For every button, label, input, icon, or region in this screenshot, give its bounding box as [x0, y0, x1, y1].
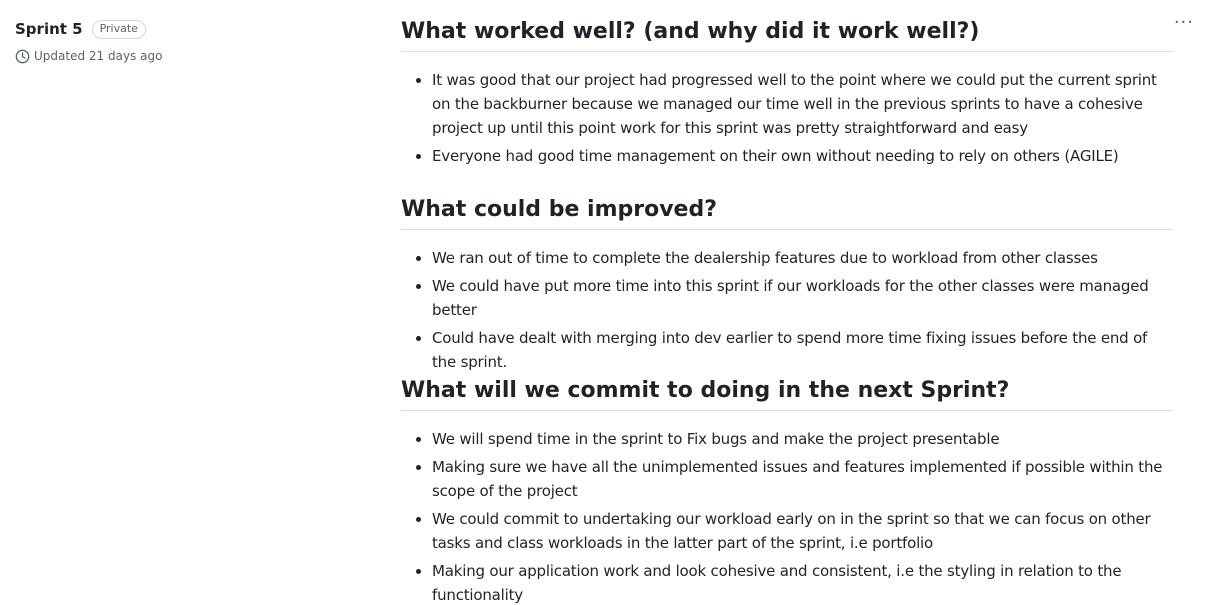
section-could-improve: What could be improved? We ran out of ti… — [401, 196, 1173, 378]
list-item: Making our application work and look coh… — [432, 559, 1173, 605]
list-item: We could have put more time into this sp… — [432, 274, 1173, 322]
list-item: We could commit to undertaking our workl… — [432, 507, 1173, 555]
section-next-sprint: What will we commit to doing in the next… — [401, 377, 1173, 605]
clock-icon — [15, 49, 30, 64]
list-item: Making sure we have all the unimplemente… — [432, 455, 1173, 503]
title-row: Sprint 5 Private — [15, 17, 375, 41]
sidebar: Sprint 5 Private Updated 21 days ago — [15, 17, 375, 65]
more-options-icon[interactable]: ··· — [1174, 14, 1194, 32]
page: Sprint 5 Private Updated 21 days ago ···… — [0, 0, 1215, 605]
section-heading: What could be improved? — [401, 196, 1173, 230]
updated-row: Updated 21 days ago — [15, 47, 375, 65]
visibility-badge: Private — [91, 19, 146, 39]
list-item: We will spend time in the sprint to Fix … — [432, 427, 1173, 451]
section-worked-well: What worked well? (and why did it work w… — [401, 18, 1173, 172]
list-item: It was good that our project had progres… — [432, 68, 1173, 140]
list-item: Everyone had good time management on the… — [432, 144, 1173, 168]
bullet-list: We will spend time in the sprint to Fix … — [401, 427, 1173, 605]
list-item: Could have dealt with merging into dev e… — [432, 326, 1173, 374]
updated-timestamp: Updated 21 days ago — [34, 49, 163, 63]
bullet-list: We ran out of time to complete the deale… — [401, 246, 1173, 374]
list-item: We ran out of time to complete the deale… — [432, 246, 1173, 270]
section-heading: What will we commit to doing in the next… — [401, 377, 1173, 411]
project-title[interactable]: Sprint 5 — [15, 20, 83, 38]
bullet-list: It was good that our project had progres… — [401, 68, 1173, 168]
section-heading: What worked well? (and why did it work w… — [401, 18, 1173, 52]
